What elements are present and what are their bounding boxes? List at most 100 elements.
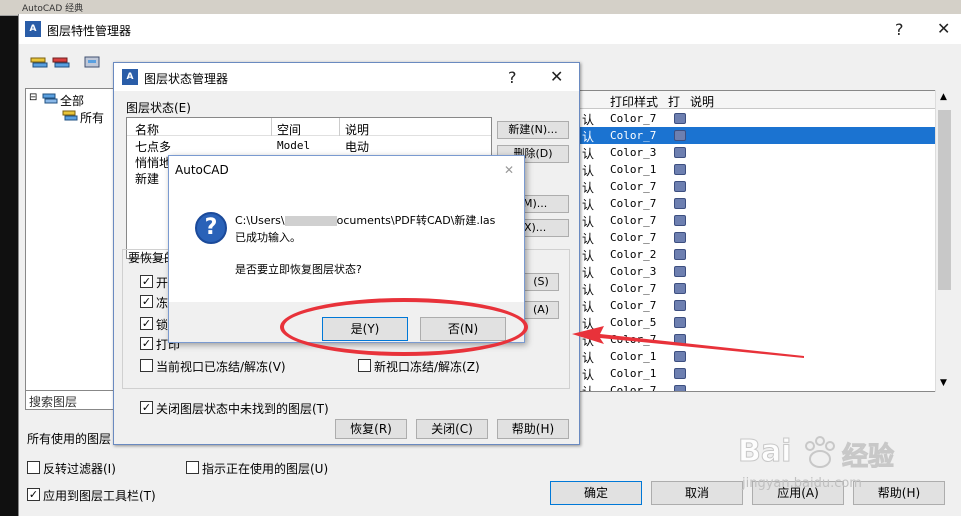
state-close-button[interactable]: 关闭(C) xyxy=(416,419,488,439)
printer-icon[interactable] xyxy=(674,300,686,311)
new-filter-icon[interactable] xyxy=(29,54,49,72)
state-row[interactable]: 七点多 Model 电动 xyxy=(127,137,491,154)
message-path-tail: ocuments\PDF转CAD\新建.las xyxy=(336,214,496,227)
row-plot-style[interactable]: Color_3 xyxy=(610,146,656,159)
printer-icon[interactable] xyxy=(674,130,686,141)
row-default: 认 xyxy=(582,368,595,382)
status-text: 所有使用的图层 xyxy=(27,432,112,446)
scroll-down-icon[interactable]: ▼ xyxy=(940,378,947,388)
printer-icon[interactable] xyxy=(674,181,686,192)
tree-expand-icon[interactable]: ⊟ xyxy=(29,92,37,103)
select-all-button[interactable]: (S) xyxy=(523,273,559,291)
layer-row[interactable]: 认 Color_3 xyxy=(580,263,936,280)
state-col-name[interactable]: 名称 xyxy=(135,121,159,138)
row-plot-style[interactable]: Color_7 xyxy=(610,384,656,391)
state-col-desc[interactable]: 说明 xyxy=(345,121,369,138)
row-plot-style[interactable]: Color_7 xyxy=(610,231,656,244)
printer-icon[interactable] xyxy=(674,113,686,124)
watermark-brand: Bai xyxy=(737,434,792,470)
lock-checkbox[interactable]: ✓ xyxy=(140,317,153,330)
printer-icon[interactable] xyxy=(674,368,686,379)
layer-row[interactable]: 认 Color_7 xyxy=(580,382,936,392)
layer-row[interactable]: 认 Color_1 xyxy=(580,365,936,382)
printer-icon[interactable] xyxy=(674,164,686,175)
column-description[interactable]: 说明 xyxy=(690,93,714,110)
scroll-thumb[interactable] xyxy=(938,110,951,290)
layer-state-icon[interactable] xyxy=(83,54,103,72)
group-filter-icon[interactable] xyxy=(51,54,71,72)
row-plot-style[interactable]: Color_7 xyxy=(610,214,656,227)
tree-item-all[interactable]: 全部 xyxy=(60,92,84,109)
row-plot-style[interactable]: Color_7 xyxy=(610,282,656,295)
row-plot-style[interactable]: Color_7 xyxy=(610,197,656,210)
tree-item-used[interactable]: 所有 xyxy=(80,109,104,126)
layer-row[interactable]: 认 Color_7 xyxy=(580,127,936,144)
layer-row[interactable]: 认 Color_7 xyxy=(580,178,936,195)
message-title: AutoCAD xyxy=(175,163,229,177)
apply-toolbar-label: 应用到图层工具栏(T) xyxy=(43,489,156,503)
viewport-freeze-checkbox[interactable] xyxy=(140,359,153,372)
scroll-up-icon[interactable]: ▲ xyxy=(940,92,947,102)
close-missing-checkbox[interactable]: ✓ xyxy=(140,401,153,414)
clear-all-button[interactable]: (A) xyxy=(523,301,559,319)
layer-row[interactable]: 认 Color_7 xyxy=(580,110,936,127)
row-plot-style[interactable]: Color_7 xyxy=(610,112,656,125)
printer-icon[interactable] xyxy=(674,385,686,391)
new-viewport-freeze-checkbox[interactable] xyxy=(358,359,371,372)
row-plot-style[interactable]: Color_2 xyxy=(610,248,656,261)
layer-row[interactable]: 认 Color_7 xyxy=(580,195,936,212)
layer-row[interactable]: 认 Color_1 xyxy=(580,161,936,178)
printer-icon[interactable] xyxy=(674,215,686,226)
printer-icon[interactable] xyxy=(674,266,686,277)
row-plot-style[interactable]: Color_7 xyxy=(610,180,656,193)
row-default: 认 xyxy=(582,232,595,246)
baidu-watermark: Bai 经验 jingyan.baidu.com xyxy=(737,430,948,500)
printer-icon[interactable] xyxy=(674,283,686,294)
help-icon[interactable]: ? xyxy=(895,22,904,38)
layer-row[interactable]: 认 Color_2 xyxy=(580,246,936,263)
message-close-icon[interactable]: ✕ xyxy=(504,163,514,177)
apply-toolbar-checkbox[interactable]: ✓ xyxy=(27,488,40,501)
close-missing-label: 关闭图层状态中未找到的图层(T) xyxy=(156,402,329,416)
column-plot-style[interactable]: 打印样式 xyxy=(610,93,658,110)
state-help-icon[interactable]: ? xyxy=(508,70,517,86)
layer-row[interactable]: 认 Color_7 xyxy=(580,229,936,246)
ok-button[interactable]: 确定 xyxy=(550,481,642,505)
close-icon[interactable]: ✕ xyxy=(937,21,950,37)
message-path: C:\Users\ ocuments\PDF转CAD\新建.las xyxy=(235,212,495,228)
column-plot[interactable]: 打 xyxy=(668,93,680,110)
printer-icon[interactable] xyxy=(674,147,686,158)
state-list-header: 名称 空间 说明 xyxy=(127,118,491,138)
cancel-button[interactable]: 取消 xyxy=(651,481,743,505)
on-off-checkbox[interactable]: ✓ xyxy=(140,275,153,288)
row-plot-style[interactable]: Color_1 xyxy=(610,367,656,380)
row-default: 认 xyxy=(582,113,595,127)
print-checkbox[interactable]: ✓ xyxy=(140,337,153,350)
search-input[interactable]: 搜索图层 xyxy=(25,390,115,410)
paw-icon xyxy=(805,436,835,468)
layer-row[interactable]: 认 Color_3 xyxy=(580,144,936,161)
state-close-icon[interactable]: ✕ xyxy=(550,69,563,85)
indicate-used-checkbox[interactable] xyxy=(186,461,199,474)
printer-icon[interactable] xyxy=(674,232,686,243)
invert-filter-checkbox[interactable] xyxy=(27,461,40,474)
row-default: 认 xyxy=(582,385,595,392)
state-col-space[interactable]: 空间 xyxy=(277,121,301,138)
state-help-button[interactable]: 帮助(H) xyxy=(497,419,569,439)
list-scrollbar[interactable]: ▲ ▼ xyxy=(935,90,952,392)
layer-row[interactable]: 认 Color_7 xyxy=(580,212,936,229)
printer-icon[interactable] xyxy=(674,198,686,209)
printer-icon[interactable] xyxy=(674,249,686,260)
app-icon: A xyxy=(25,21,41,37)
row-plot-style[interactable]: Color_7 xyxy=(610,129,656,142)
new-state-button[interactable]: 新建(N)... xyxy=(497,121,569,139)
row-default: 认 xyxy=(582,249,595,263)
freeze-checkbox[interactable]: ✓ xyxy=(140,295,153,308)
row-plot-style[interactable]: Color_1 xyxy=(610,163,656,176)
row-default: 认 xyxy=(582,164,595,178)
row-plot-style[interactable]: Color_3 xyxy=(610,265,656,278)
row-plot-style[interactable]: Color_7 xyxy=(610,299,656,312)
drawing-area xyxy=(0,16,20,516)
restore-button[interactable]: 恢复(R) xyxy=(335,419,407,439)
layer-row[interactable]: 认 Color_7 xyxy=(580,280,936,297)
